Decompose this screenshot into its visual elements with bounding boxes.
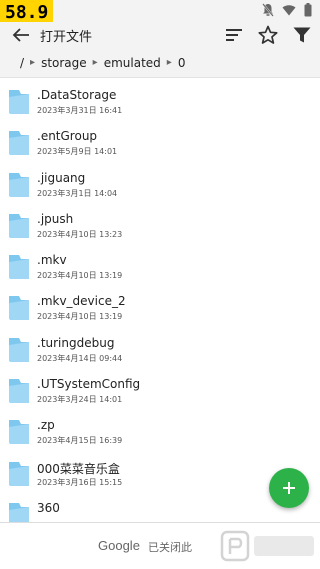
folder-icon xyxy=(9,172,29,197)
file-name: .UTSystemConfig xyxy=(37,377,141,392)
status-bar: 58.9 xyxy=(0,0,320,26)
filter-icon[interactable] xyxy=(291,24,313,46)
back-arrow-icon[interactable] xyxy=(10,24,32,46)
plus-icon xyxy=(283,482,295,494)
page-title: 打开文件 xyxy=(40,30,93,45)
list-item[interactable]: .entGroup 2023年5月9日 14:01 xyxy=(0,120,320,161)
list-item[interactable]: .zp 2023年4月15日 16:39 xyxy=(0,409,320,450)
breadcrumb-0[interactable]: 0 xyxy=(178,56,186,70)
google-logo: Google xyxy=(98,538,140,553)
toolbar: 打开文件 xyxy=(0,22,320,48)
list-item[interactable]: .jpush 2023年4月10日 13:23 xyxy=(0,203,320,244)
file-name: .jpush xyxy=(37,211,74,226)
file-name: .turingdebug xyxy=(37,335,115,350)
battery-icon xyxy=(304,3,312,17)
file-date: 2023年3月24日 14:01 xyxy=(37,395,123,405)
folder-icon xyxy=(9,296,29,321)
chevron-right-icon: ▸ xyxy=(30,57,36,68)
chevron-right-icon: ▸ xyxy=(92,57,98,68)
add-button[interactable] xyxy=(269,468,309,508)
file-name: .mkv xyxy=(37,253,67,268)
ad-closed-text: 已关闭此 xyxy=(148,541,192,554)
file-date: 2023年3月1日 14:04 xyxy=(37,188,118,198)
file-name: .zp xyxy=(37,418,55,433)
breadcrumb-emulated[interactable]: emulated xyxy=(104,56,161,70)
notifications-off-icon xyxy=(262,3,274,17)
folder-icon xyxy=(9,131,29,156)
list-item[interactable]: .jiguang 2023年3月1日 14:04 xyxy=(0,162,320,203)
breadcrumb-storage[interactable]: storage xyxy=(41,56,87,70)
file-name: 360 xyxy=(37,500,60,515)
star-icon[interactable] xyxy=(257,24,279,46)
file-name: .mkv_device_2 xyxy=(37,294,126,309)
folder-icon xyxy=(9,420,29,445)
file-name: 000菜菜音乐盒 xyxy=(37,461,120,476)
folder-icon xyxy=(9,255,29,280)
list-item[interactable]: .mkv 2023年4月10日 13:19 xyxy=(0,244,320,285)
file-date: 2023年4月10日 13:19 xyxy=(37,271,123,281)
file-name: .entGroup xyxy=(37,129,98,144)
list-item[interactable]: .UTSystemConfig 2023年3月24日 14:01 xyxy=(0,368,320,409)
file-date: 2023年4月10日 13:19 xyxy=(37,312,123,322)
folder-icon xyxy=(9,337,29,362)
file-date: 2023年4月15日 16:39 xyxy=(37,436,123,446)
folder-icon xyxy=(9,379,29,404)
file-name: .jiguang xyxy=(37,170,86,185)
watermark-logo xyxy=(220,530,314,562)
file-date: 2023年5月9日 14:01 xyxy=(37,147,118,157)
list-item[interactable]: .turingdebug 2023年4月14日 09:44 xyxy=(0,327,320,368)
file-date: 2023年4月14日 09:44 xyxy=(37,353,123,363)
file-date: 2023年3月31日 16:41 xyxy=(37,106,123,115)
file-date: 2023年3月16日 15:15 xyxy=(37,477,123,487)
file-date: 2023年4月10日 13:23 xyxy=(37,229,123,239)
wifi-icon xyxy=(282,5,296,16)
list-item[interactable]: .mkv_device_2 2023年4月10日 13:19 xyxy=(0,285,320,326)
folder-icon xyxy=(9,461,29,486)
breadcrumb: / ▸ storage ▸ emulated ▸ 0 xyxy=(0,48,320,78)
folder-icon xyxy=(9,213,29,238)
list-item[interactable]: .DataStorage 2023年3月31日 16:41 xyxy=(0,79,320,120)
breadcrumb-root[interactable]: / xyxy=(20,56,24,70)
sort-icon[interactable] xyxy=(223,24,245,46)
chevron-right-icon: ▸ xyxy=(166,57,172,68)
folder-icon xyxy=(9,90,29,114)
status-icons xyxy=(262,3,312,17)
file-list: .DataStorage 2023年3月31日 16:41 .entGroup … xyxy=(0,79,320,533)
file-name: .DataStorage xyxy=(37,88,117,102)
